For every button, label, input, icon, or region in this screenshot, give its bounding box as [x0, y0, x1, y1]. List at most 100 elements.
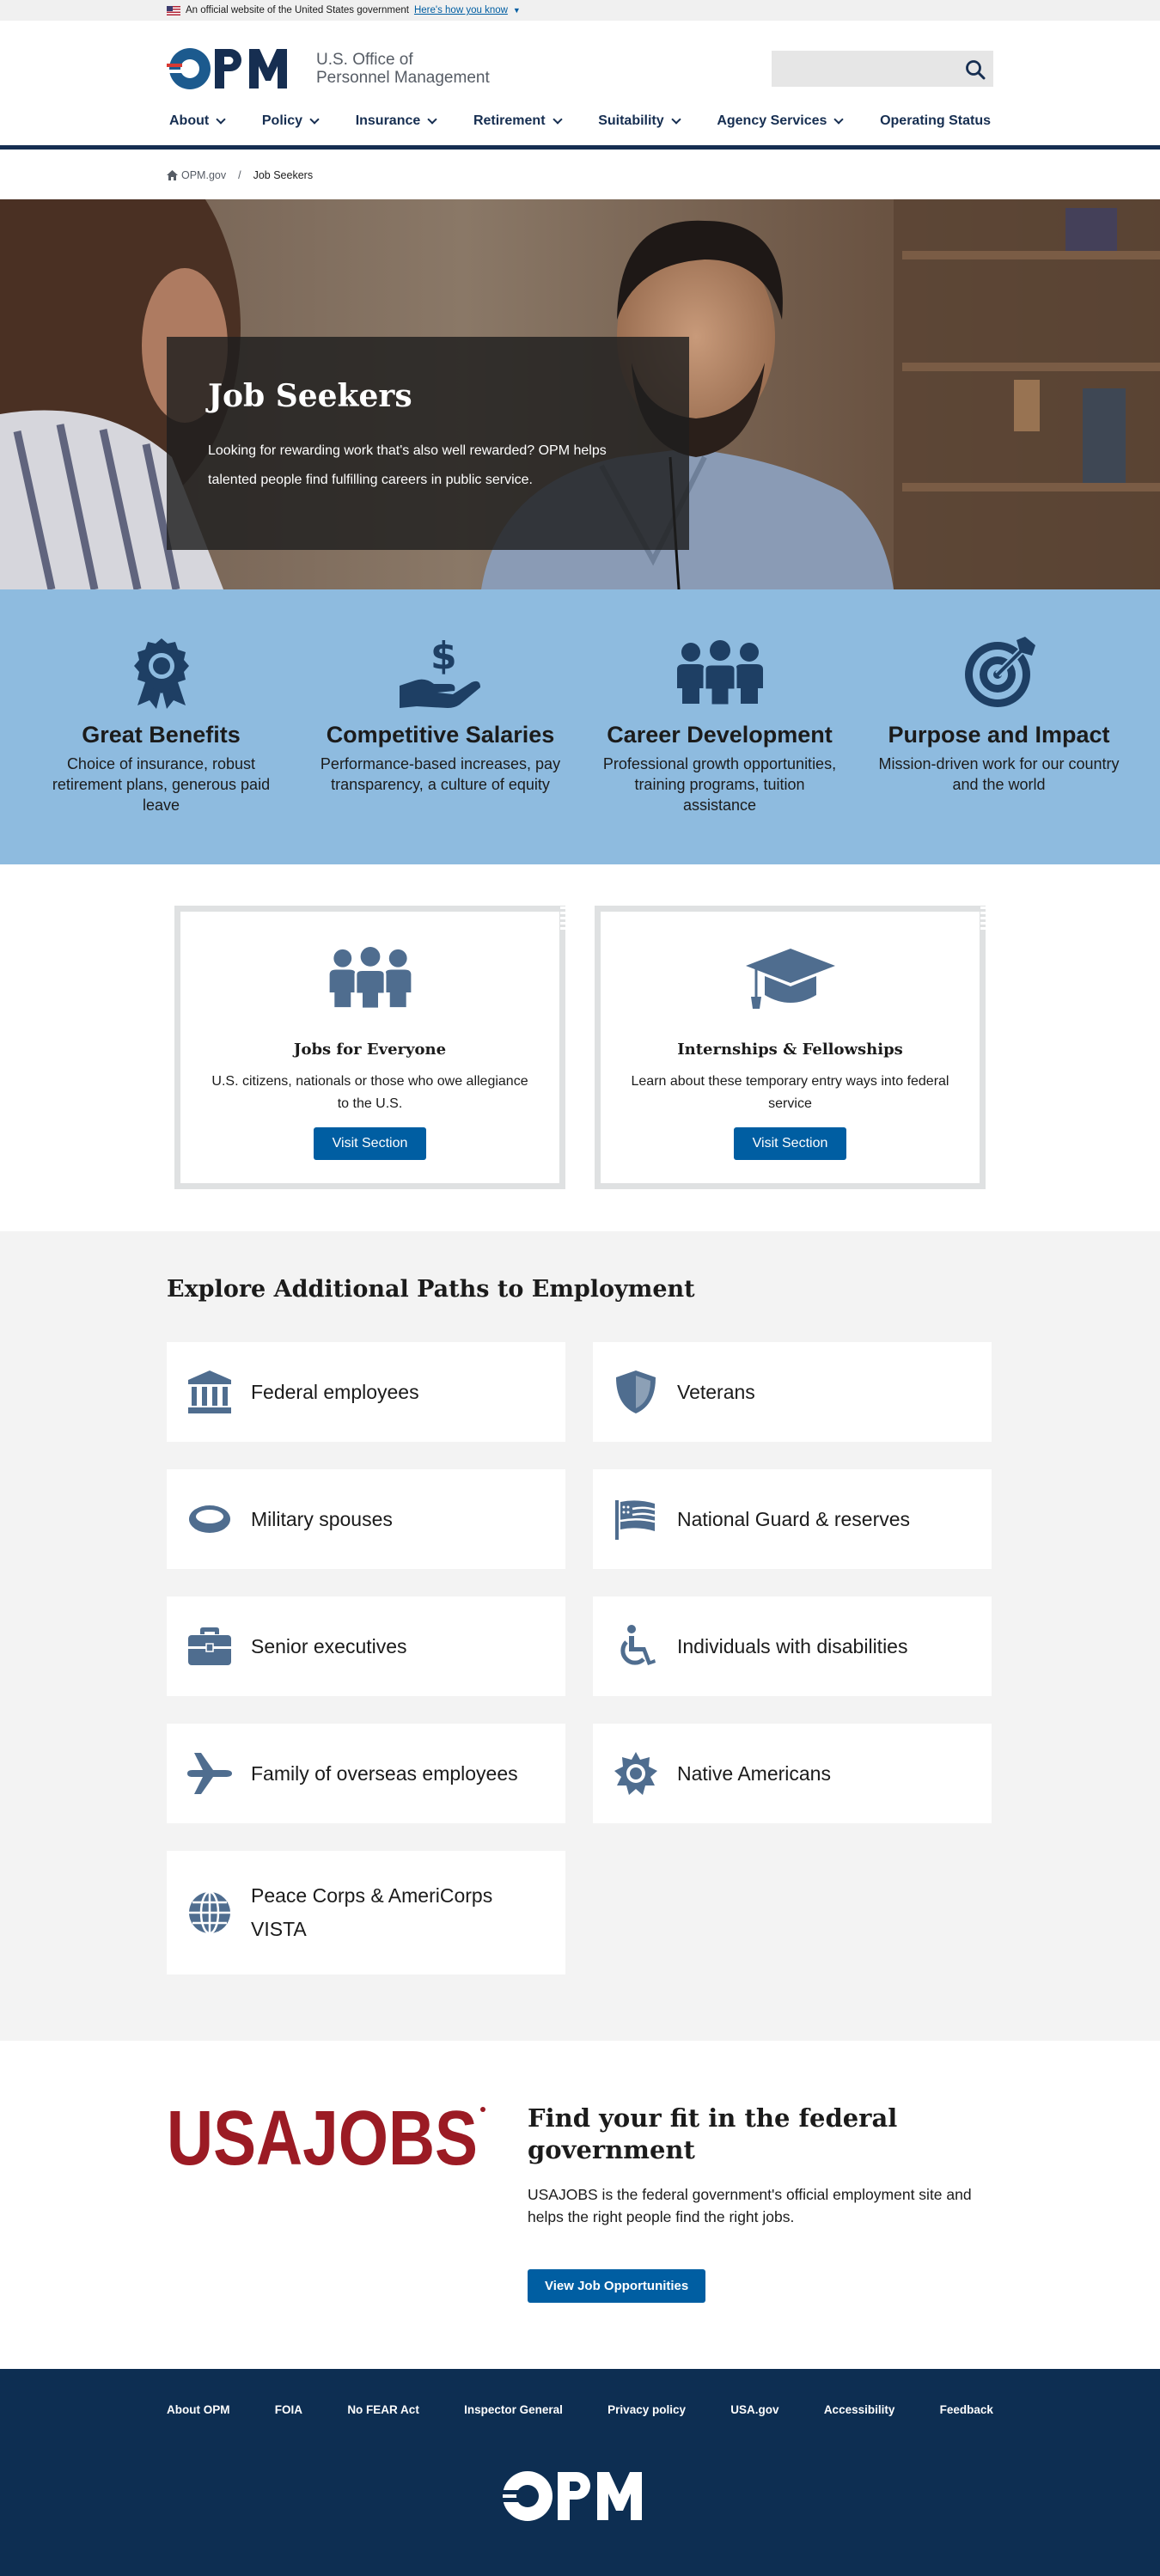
path-label: Individuals with disabilities: [677, 1634, 908, 1657]
search-input[interactable]: [772, 51, 952, 87]
usajobs-section: USAJOBS Find your fit in the federal gov…: [0, 2041, 1160, 2369]
footer-link-foia[interactable]: FOIA: [275, 2403, 302, 2416]
nav-label: Insurance: [355, 113, 421, 128]
award-ribbon-icon: [133, 638, 189, 709]
footer-link-feedback[interactable]: Feedback: [940, 2403, 993, 2416]
hero-title: Job Seekers: [208, 378, 412, 414]
path-label: Senior executives: [251, 1634, 407, 1657]
nav-item-about[interactable]: About: [169, 113, 226, 129]
usajobs-logo[interactable]: USAJOBS: [167, 2096, 528, 2303]
heres-how-you-know-link[interactable]: Here's how you know: [414, 5, 508, 15]
path-national-guard[interactable]: National Guard & reserves: [593, 1469, 992, 1569]
footer-link-privacy-policy[interactable]: Privacy policy: [607, 2403, 686, 2416]
shield-icon: [616, 1370, 656, 1413]
usajobs-title: Find your fit in the federal government: [528, 2103, 898, 2164]
card-text: U.S. citizens, nationals or those who ow…: [211, 1074, 528, 1111]
airplane-icon: [187, 1753, 232, 1794]
additional-paths-section: Explore Additional Paths to Employment F…: [0, 1231, 1160, 2041]
nav-label: Retirement: [473, 113, 546, 128]
breadcrumb-home-link[interactable]: OPM.gov: [167, 169, 226, 181]
path-label: Military spouses: [251, 1507, 393, 1530]
card-internships-fellowships: Internships & Fellowships Learn about th…: [595, 906, 986, 1189]
opm-logo[interactable]: U.S. Office of Personnel Management: [167, 46, 490, 91]
path-label: Veterans: [677, 1380, 755, 1403]
breadcrumb-home-label: OPM.gov: [181, 169, 227, 181]
benefit-text: Mission-driven work for our country and …: [878, 755, 1120, 793]
hand-dollar-icon: $: [399, 636, 480, 708]
benefit-text: Choice of insurance, robust retirement p…: [52, 755, 271, 814]
people-group-icon: [329, 947, 411, 1009]
nav-label: Agency Services: [717, 113, 827, 128]
benefit-competitive-salaries: $ Competitive Salaries Performance-based…: [301, 634, 580, 864]
breadcrumb-current: Job Seekers: [253, 169, 314, 181]
nav-item-agency-services[interactable]: Agency Services: [717, 113, 845, 129]
path-native-americans[interactable]: Native Americans: [593, 1724, 992, 1823]
svg-text:$: $: [430, 636, 457, 678]
logo-text-line2: Personnel Management: [316, 69, 490, 87]
nav-label: Policy: [261, 113, 303, 128]
paths-title: Explore Additional Paths to Employment: [167, 1276, 695, 1303]
nav-item-operating-status[interactable]: Operating Status: [880, 113, 991, 129]
chevron-down-icon: [552, 113, 563, 125]
globe-icon: [189, 1891, 230, 1934]
footer-link-inspector-general[interactable]: Inspector General: [464, 2403, 563, 2416]
footer-link-accessibility[interactable]: Accessibility: [824, 2403, 895, 2416]
logo-text-line1: U.S. Office of: [316, 51, 413, 69]
path-peace-corps[interactable]: Peace Corps & AmeriCorps VISTA: [167, 1851, 565, 1975]
people-group-icon: [676, 640, 763, 705]
chevron-down-icon[interactable]: ▼: [513, 6, 521, 15]
path-veterans[interactable]: Veterans: [593, 1342, 992, 1442]
card-title: Internships & Fellowships: [677, 1041, 903, 1059]
card-title: Jobs for Everyone: [293, 1041, 447, 1059]
chevron-down-icon: [309, 113, 320, 125]
flag-icon: [615, 1500, 656, 1540]
footer-link-usa-gov[interactable]: USA.gov: [730, 2403, 778, 2416]
chevron-down-icon: [833, 113, 845, 125]
visit-section-button[interactable]: Visit Section: [733, 1127, 847, 1160]
target-icon: [964, 637, 1035, 707]
footer-link-no-fear-act[interactable]: No FEAR Act: [347, 2403, 419, 2416]
benefit-text: Performance-based increases, pay transpa…: [320, 755, 561, 793]
card-text: Learn about these temporary entry ways i…: [631, 1074, 949, 1111]
view-job-opportunities-button[interactable]: View Job Opportunities: [528, 2269, 706, 2303]
card-jobs-for-everyone: Jobs for Everyone U.S. citizens, nationa…: [174, 906, 565, 1189]
ring-icon: [189, 1505, 230, 1533]
chevron-down-icon: [670, 113, 681, 125]
search-box: [772, 51, 993, 87]
nav-item-retirement[interactable]: Retirement: [473, 113, 563, 129]
breadcrumb: OPM.gov / Job Seekers: [0, 150, 1160, 199]
site-header: U.S. Office of Personnel Management Abou…: [0, 21, 1160, 150]
path-family-overseas[interactable]: Family of overseas employees: [167, 1724, 565, 1823]
nav-label: About: [169, 113, 210, 128]
chevron-down-icon: [427, 113, 437, 125]
opm-logo-mark-icon: [167, 48, 287, 89]
path-military-spouses[interactable]: Military spouses: [167, 1469, 565, 1569]
gov-banner: An official website of the United States…: [0, 0, 1160, 21]
path-federal-employees[interactable]: Federal employees: [167, 1342, 565, 1442]
footer-link-about-opm[interactable]: About OPM: [167, 2403, 230, 2416]
main-nav: About Policy Insurance Retirement Suitab…: [167, 113, 993, 129]
path-label: Family of overseas employees: [251, 1761, 518, 1785]
nav-label: Operating Status: [880, 113, 991, 128]
benefit-title: Great Benefits: [82, 722, 241, 748]
footer-opm-logo[interactable]: [167, 2469, 993, 2523]
benefit-great-benefits: Great Benefits Choice of insurance, robu…: [21, 634, 301, 864]
benefit-title: Purpose and Impact: [888, 722, 1110, 748]
benefit-purpose-impact: Purpose and Impact Mission-driven work f…: [859, 634, 1139, 864]
breadcrumb-separator: /: [238, 169, 241, 181]
benefit-career-development: Career Development Professional growth o…: [580, 634, 859, 864]
nav-item-policy[interactable]: Policy: [261, 113, 320, 129]
hero-overlay-box: Job Seekers Looking for rewarding work t…: [167, 337, 689, 550]
path-individuals-disabilities[interactable]: Individuals with disabilities: [593, 1596, 992, 1696]
benefit-title: Career Development: [607, 722, 833, 748]
chevron-down-icon: [216, 113, 226, 125]
home-icon: [167, 170, 178, 180]
visit-section-button[interactable]: Visit Section: [313, 1127, 427, 1160]
path-label: National Guard & reserves: [677, 1507, 911, 1530]
hero-text: Looking for rewarding work that's also w…: [208, 443, 607, 487]
nav-item-suitability[interactable]: Suitability: [598, 113, 681, 129]
gov-banner-text: An official website of the United States…: [186, 5, 409, 15]
nav-item-insurance[interactable]: Insurance: [356, 113, 437, 129]
search-icon[interactable]: [964, 58, 986, 81]
path-senior-executives[interactable]: Senior executives: [167, 1596, 565, 1696]
